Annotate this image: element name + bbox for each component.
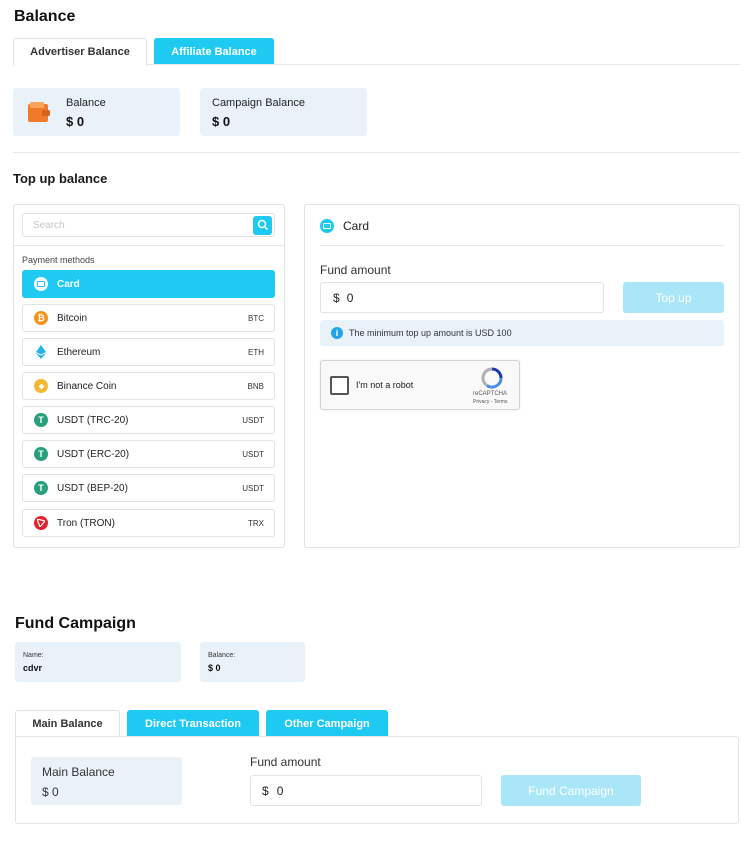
payment-method-card[interactable]: Card [22, 270, 275, 298]
campaign-fund-amount-value: 0 [276, 783, 284, 798]
binance-coin-icon [34, 379, 48, 393]
balance-label: Balance [66, 97, 106, 109]
topup-title: Top up balance [13, 171, 108, 186]
fund-campaign-button[interactable]: Fund Campaign [501, 775, 641, 806]
payment-method-name: Tron (TRON) [57, 517, 115, 529]
payment-method-code: BNB [247, 381, 264, 391]
payment-method-name: Card [57, 278, 80, 290]
fund-amount-label: Fund amount [320, 263, 391, 277]
bitcoin-icon: ₿ [34, 311, 48, 325]
balance-title: Balance [14, 8, 76, 25]
panel-title: Card [343, 219, 370, 233]
payment-method-code: USDT [242, 483, 264, 493]
main-balance-value: $ 0 [42, 785, 59, 799]
campaign-balance-info-value: $ 0 [208, 663, 221, 673]
wallet-icon [27, 101, 51, 123]
info-banner: i The minimum top up amount is USD 100 [320, 320, 724, 346]
search-field[interactable]: Search [22, 213, 275, 237]
recaptcha-label: I'm not a robot [356, 380, 414, 390]
info-text: The minimum top up amount is USD 100 [349, 328, 512, 338]
campaign-name-label: Name: [23, 652, 44, 659]
fund-amount-value: 0 [346, 290, 354, 305]
payment-method-bitcoin[interactable]: ₿ Bitcoin BTC [22, 304, 275, 332]
tabs-divider [147, 64, 740, 65]
campaign-name-value: cdvr [23, 663, 43, 673]
payment-method-code: BTC [248, 313, 264, 323]
payment-methods-panel: Search Payment methods Card ₿ Bitcoin BT… [13, 204, 285, 548]
fund-campaign-title: Fund Campaign [15, 615, 136, 632]
payment-method-name: USDT (TRC-20) [57, 414, 129, 426]
balance-value: $ 0 [66, 114, 85, 129]
payment-method-code: ETH [248, 347, 264, 357]
top-up-button[interactable]: Top up [623, 282, 724, 313]
campaign-balance-card: Campaign Balance $ 0 [200, 88, 367, 136]
tether-icon: T [34, 413, 48, 427]
recaptcha-logo-icon [481, 367, 503, 389]
currency-symbol: $ [262, 783, 269, 798]
search-icon[interactable] [253, 215, 272, 235]
payment-method-code: TRX [248, 518, 264, 528]
fund-amount-input[interactable]: $ 0 [320, 282, 604, 313]
recaptcha-checkbox[interactable] [330, 376, 349, 395]
main-balance-label: Main Balance [42, 765, 115, 779]
payment-method-usdt-bep20[interactable]: T USDT (BEP-20) USDT [22, 474, 275, 502]
tether-icon: T [34, 481, 48, 495]
payment-method-name: USDT (BEP-20) [57, 482, 128, 494]
campaign-name-card: Name: cdvr [15, 642, 181, 682]
currency-symbol: $ [333, 290, 340, 305]
campaign-fund-amount-input[interactable]: $ 0 [250, 775, 482, 806]
campaign-balance-info-card: Balance: $ 0 [200, 642, 305, 682]
ethereum-icon [34, 345, 48, 359]
tron-icon [34, 516, 48, 530]
campaign-balance-label: Campaign Balance [212, 97, 305, 109]
campaign-balance-value: $ 0 [212, 114, 231, 129]
tab-label: Other Campaign [284, 717, 370, 730]
payment-method-code: USDT [242, 449, 264, 459]
info-icon: i [331, 327, 343, 339]
section-divider [13, 152, 740, 153]
payment-method-name: Binance Coin [57, 380, 117, 392]
tether-icon: T [34, 447, 48, 461]
tab-main-balance[interactable]: Main Balance [15, 710, 120, 737]
payment-methods-label: Payment methods [22, 255, 95, 265]
payment-method-usdt-trc20[interactable]: T USDT (TRC-20) USDT [22, 406, 275, 434]
fund-campaign-panel: Main Balance $ 0 Fund amount $ 0 Fund Ca… [15, 736, 739, 824]
tab-other-campaign[interactable]: Other Campaign [266, 710, 388, 737]
card-topup-panel: Card Fund amount $ 0 Top up i The minimu… [304, 204, 740, 548]
payment-method-usdt-erc20[interactable]: T USDT (ERC-20) USDT [22, 440, 275, 468]
tab-direct-transaction[interactable]: Direct Transaction [127, 710, 259, 737]
balance-card: Balance $ 0 [13, 88, 180, 136]
recaptcha-widget: I'm not a robot reCAPTCHA Privacy - Term… [320, 360, 520, 410]
search-placeholder: Search [33, 219, 65, 231]
card-icon [34, 277, 48, 291]
payment-method-binance-coin[interactable]: Binance Coin BNB [22, 372, 275, 400]
search-divider [14, 245, 284, 246]
payment-method-name: Ethereum [57, 346, 101, 358]
campaign-balance-info-label: Balance: [208, 652, 236, 659]
payment-method-tron[interactable]: Tron (TRON) TRX [22, 509, 275, 537]
panel-divider [320, 245, 724, 246]
recaptcha-links[interactable]: Privacy - Terms [473, 399, 507, 405]
tab-advertiser-balance[interactable]: Advertiser Balance [13, 38, 147, 66]
payment-method-ethereum[interactable]: Ethereum ETH [22, 338, 275, 366]
tab-label: Affiliate Balance [171, 45, 257, 58]
payment-method-name: USDT (ERC-20) [57, 448, 130, 460]
payment-method-code: USDT [242, 415, 264, 425]
tab-label: Advertiser Balance [30, 46, 130, 58]
tab-label: Direct Transaction [145, 717, 241, 730]
main-balance-card: Main Balance $ 0 [31, 757, 182, 805]
campaign-fund-amount-label: Fund amount [250, 755, 321, 769]
tab-affiliate-balance[interactable]: Affiliate Balance [154, 38, 274, 65]
card-icon [320, 219, 334, 233]
payment-method-name: Bitcoin [57, 312, 88, 324]
recaptcha-brand: reCAPTCHA [473, 391, 508, 397]
tab-label: Main Balance [32, 717, 103, 730]
